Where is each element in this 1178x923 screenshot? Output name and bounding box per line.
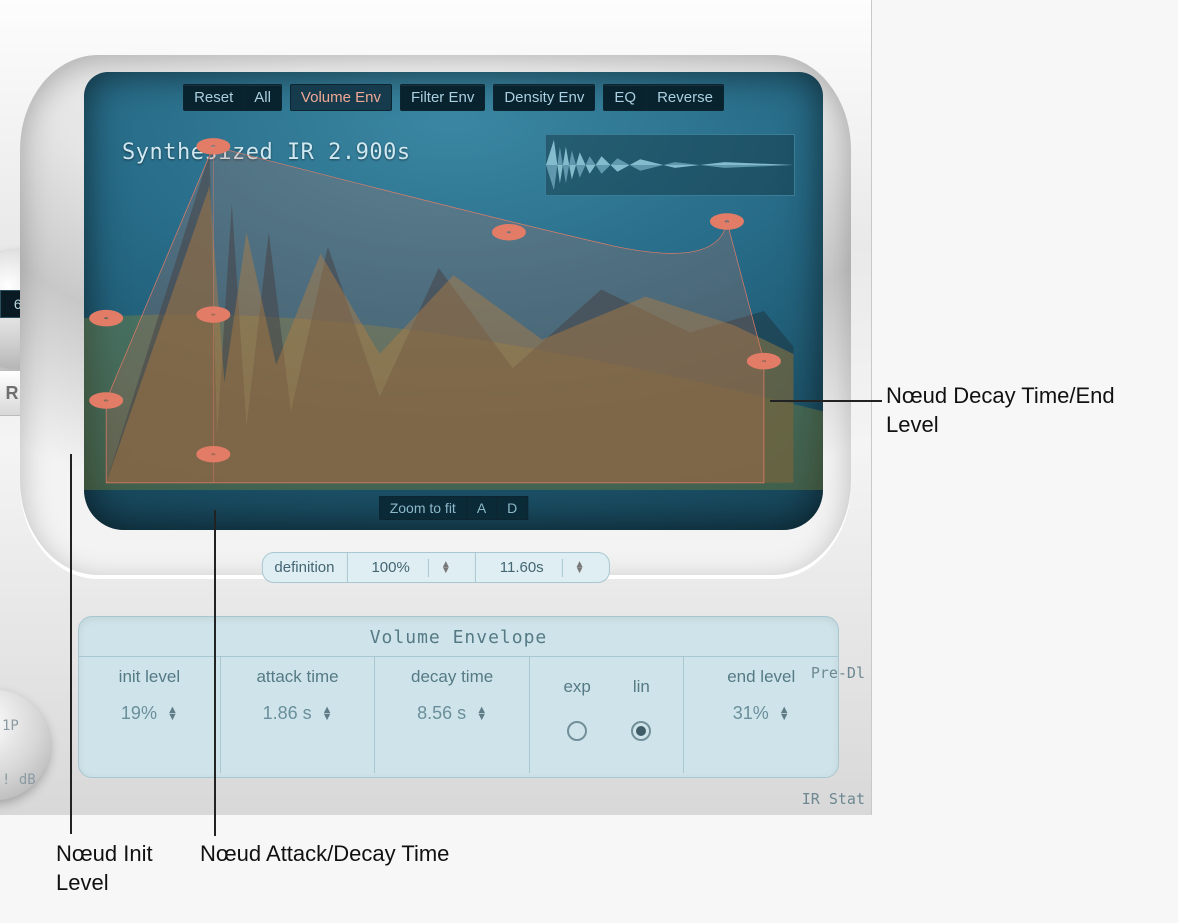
node-curve-ctrl-1[interactable]: [499, 228, 518, 237]
callout-line: [70, 454, 72, 834]
hdr-exp: exp: [557, 667, 596, 707]
node-decay-end[interactable]: [754, 356, 773, 365]
end-level-stepper[interactable]: 31% ▲▼: [733, 703, 790, 724]
lcd-toolbar: Reset All Volume Env Filter Env Density …: [84, 84, 823, 111]
zoom-d-button[interactable]: D: [496, 497, 527, 519]
stepper-icon[interactable]: ▲▼: [476, 707, 487, 721]
node-attack-mid[interactable]: [204, 310, 223, 319]
definition-pct-stepper[interactable]: 100% ▲▼: [346, 553, 474, 582]
tab-reverse[interactable]: Reverse: [646, 85, 723, 110]
callout-init-level: Nœud Init Level: [56, 840, 196, 897]
hdr-decay-time: decay time: [405, 657, 499, 697]
node-attack-low[interactable]: [204, 450, 223, 459]
side-label-ir: IR Stat: [802, 790, 865, 808]
attack-time-stepper[interactable]: 1.86 s ▲▼: [263, 703, 333, 724]
hdr-lin: lin: [627, 667, 656, 707]
node-attack-top[interactable]: [204, 142, 223, 151]
stepper-icon[interactable]: ▲▼: [779, 707, 790, 721]
node-curve-ctrl-2[interactable]: [717, 217, 736, 226]
envelope-graph[interactable]: [84, 132, 823, 490]
left-label-b: ! dB: [2, 772, 36, 788]
zoom-a-button[interactable]: A: [466, 497, 496, 519]
reset-button[interactable]: Reset: [184, 85, 243, 110]
node-init-upper[interactable]: [97, 314, 116, 323]
tab-filter-env[interactable]: Filter Env: [401, 85, 484, 110]
tab-eq[interactable]: EQ: [604, 85, 646, 110]
plugin-window: 600s ▲▼ R 1P ! dB Reset All Volume Env F…: [0, 0, 872, 815]
radio-lin[interactable]: [631, 721, 651, 741]
definition-label: definition: [262, 553, 346, 582]
definition-row: definition 100% ▲▼ 11.60s ▲▼: [261, 552, 609, 583]
callout-line: [770, 400, 882, 402]
panel-title: Volume Envelope: [79, 617, 838, 657]
definition-time-stepper[interactable]: 11.60s ▲▼: [475, 553, 609, 582]
stepper-icon[interactable]: ▲▼: [322, 707, 333, 721]
callout-line: [214, 510, 216, 836]
stepper-icon[interactable]: ▲▼: [428, 559, 463, 577]
tab-volume-env[interactable]: Volume Env: [291, 85, 391, 110]
callout-decay-end: Nœud Decay Time/End Level: [886, 382, 1146, 439]
callout-attack-decay: Nœud Attack/Decay Time: [200, 840, 540, 869]
side-label-pre: Pre-Dl: [811, 664, 865, 682]
hdr-end-level: end level: [721, 657, 801, 697]
stepper-icon[interactable]: ▲▼: [167, 707, 178, 721]
init-level-stepper[interactable]: 19% ▲▼: [121, 703, 178, 724]
decay-time-stepper[interactable]: 8.56 s ▲▼: [417, 703, 487, 724]
zoom-controls: Zoom to fit A D: [379, 496, 529, 520]
radio-exp[interactable]: [567, 721, 587, 741]
tab-density-env[interactable]: Density Env: [494, 85, 594, 110]
reset-all-button[interactable]: All: [243, 85, 281, 110]
hdr-attack-time: attack time: [250, 657, 344, 697]
volume-envelope-panel: Volume Envelope init level 19% ▲▼ attack…: [78, 616, 839, 778]
lcd-screen: Reset All Volume Env Filter Env Density …: [84, 72, 823, 530]
left-label-a: 1P: [2, 718, 19, 734]
stepper-icon[interactable]: ▲▼: [562, 559, 597, 577]
node-init-level[interactable]: [97, 396, 116, 405]
hdr-init-level: init level: [113, 657, 186, 697]
zoom-to-fit-button[interactable]: Zoom to fit: [380, 497, 466, 519]
